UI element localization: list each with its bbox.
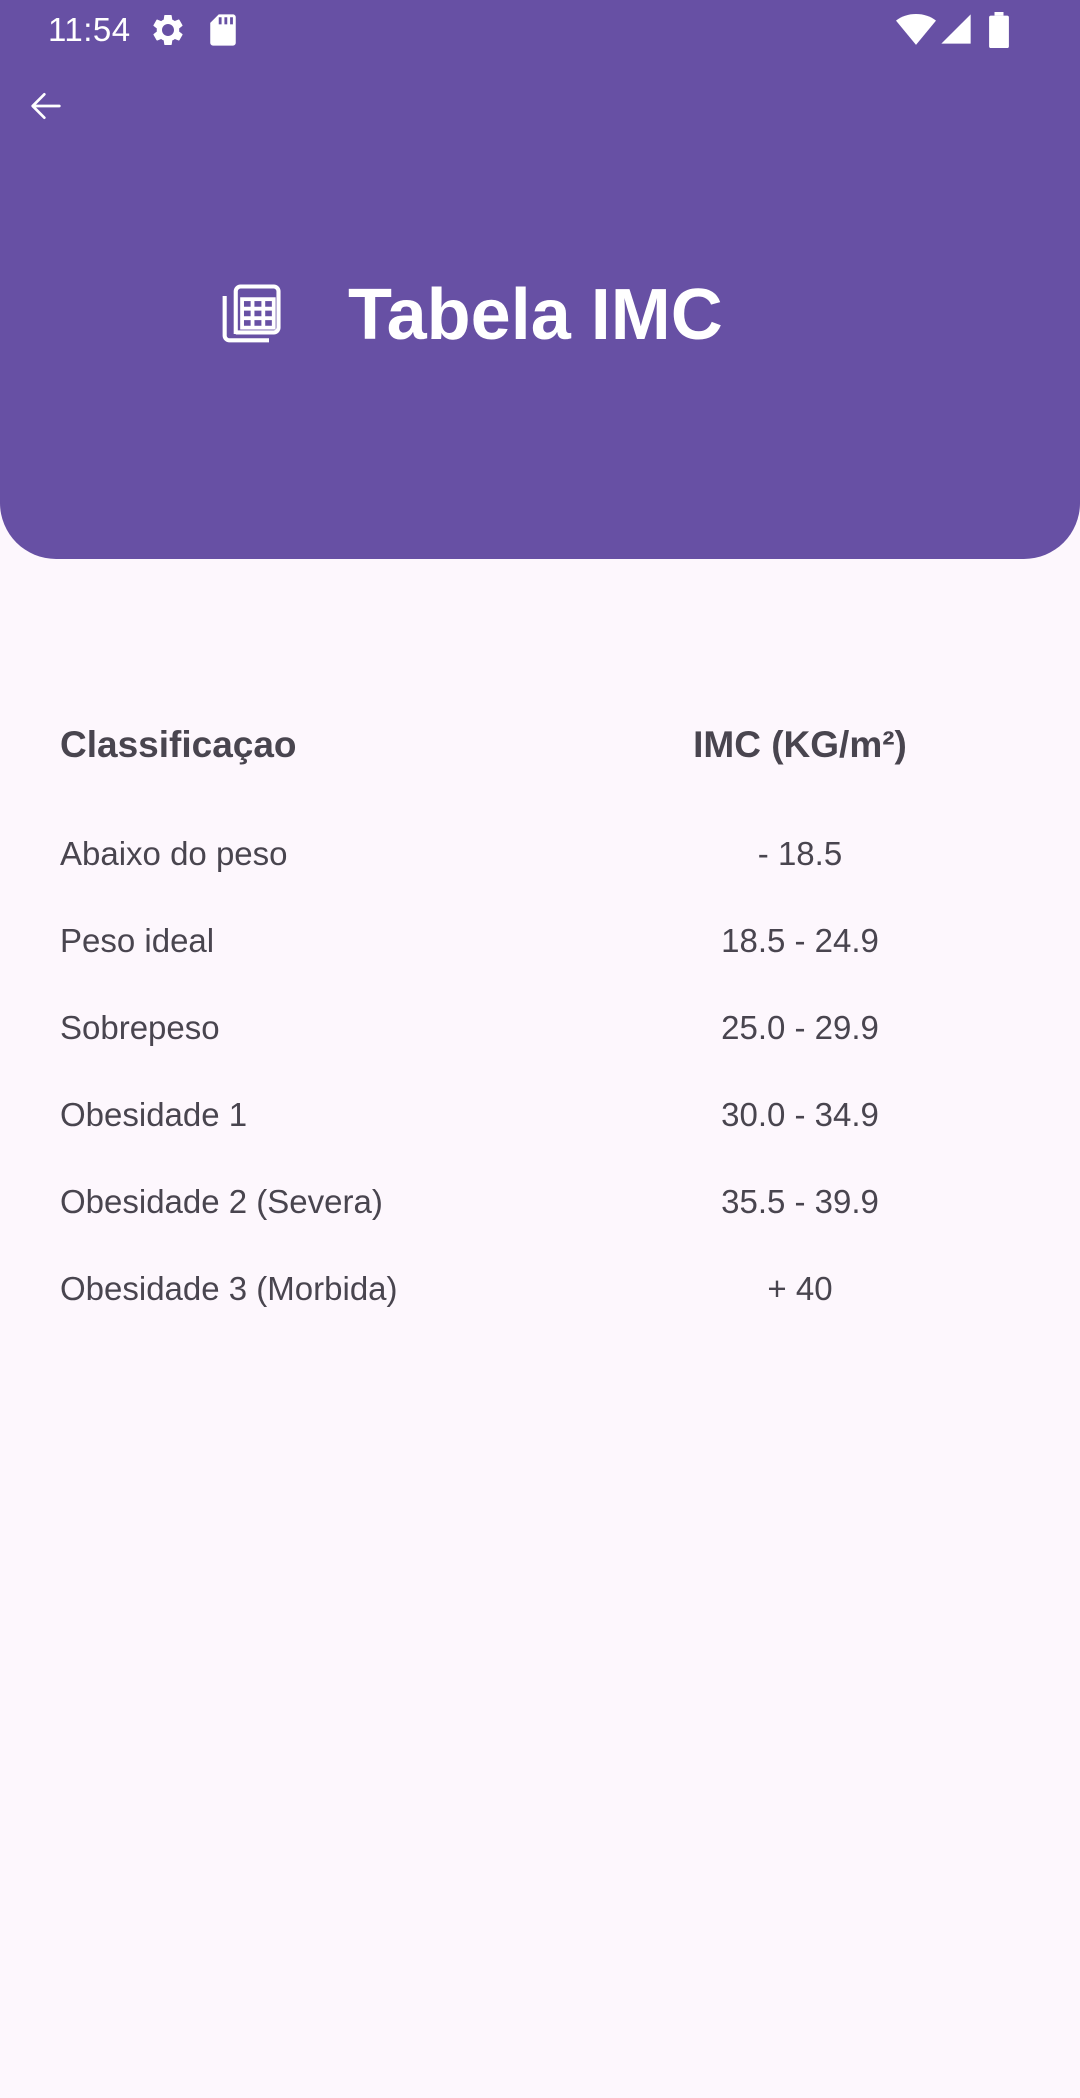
back-button[interactable] xyxy=(14,74,78,138)
sd-card-icon xyxy=(210,14,236,46)
cell-signal-icon xyxy=(941,14,971,44)
table-row: Obesidade 3 (Morbida) + 40 xyxy=(60,1245,1020,1332)
table-body: Abaixo do peso - 18.5 Peso ideal 18.5 - … xyxy=(60,810,1020,1332)
classification-cell: Sobrepeso xyxy=(60,1009,220,1046)
classification-cell: Obesidade 2 (Severa) xyxy=(60,1183,383,1220)
imc-range-cell: 35.5 - 39.9 xyxy=(721,1183,879,1220)
column-header-imc: IMC (KG/m²) xyxy=(693,724,907,765)
imc-range-cell: + 40 xyxy=(767,1270,833,1307)
classification-cell: Obesidade 3 (Morbida) xyxy=(60,1270,398,1307)
title-row: Tabela IMC xyxy=(210,270,723,360)
wifi-icon xyxy=(896,14,936,45)
battery-icon xyxy=(989,12,1009,48)
imc-table: Classificaçao IMC (KG/m²) Abaixo do peso… xyxy=(60,700,1020,1332)
imc-range-cell: 25.0 - 29.9 xyxy=(721,1009,879,1046)
screen: 11:54 Tabela IMC Classificaçao IMC (KG/m… xyxy=(0,0,1080,2098)
arrow-back-icon xyxy=(31,93,61,119)
imc-range-cell: - 18.5 xyxy=(757,835,843,872)
classification-cell: Obesidade 1 xyxy=(60,1096,248,1133)
table-row: Sobrepeso 25.0 - 29.9 xyxy=(60,984,1020,1071)
table-header-row: Classificaçao IMC (KG/m²) xyxy=(60,700,1020,790)
imc-range-cell: 30.0 - 34.9 xyxy=(721,1096,879,1133)
column-header-classification: Classificaçao xyxy=(60,724,297,765)
table-row: Obesidade 1 30.0 - 34.9 xyxy=(60,1071,1020,1158)
imc-range-cell: 18.5 - 24.9 xyxy=(721,922,879,959)
classification-cell: Peso ideal xyxy=(60,922,215,959)
page-title: Tabela IMC xyxy=(348,275,723,355)
classification-cell: Abaixo do peso xyxy=(60,835,288,872)
table-icon xyxy=(210,275,290,355)
status-bar: 11:54 xyxy=(0,0,1080,60)
table-row: Abaixo do peso - 18.5 xyxy=(60,810,1020,897)
table-row: Peso ideal 18.5 - 24.9 xyxy=(60,897,1020,984)
table-row: Obesidade 2 (Severa) 35.5 - 39.9 xyxy=(60,1158,1020,1245)
status-time: 11:54 xyxy=(48,11,131,48)
settings-gear-icon xyxy=(153,15,183,46)
